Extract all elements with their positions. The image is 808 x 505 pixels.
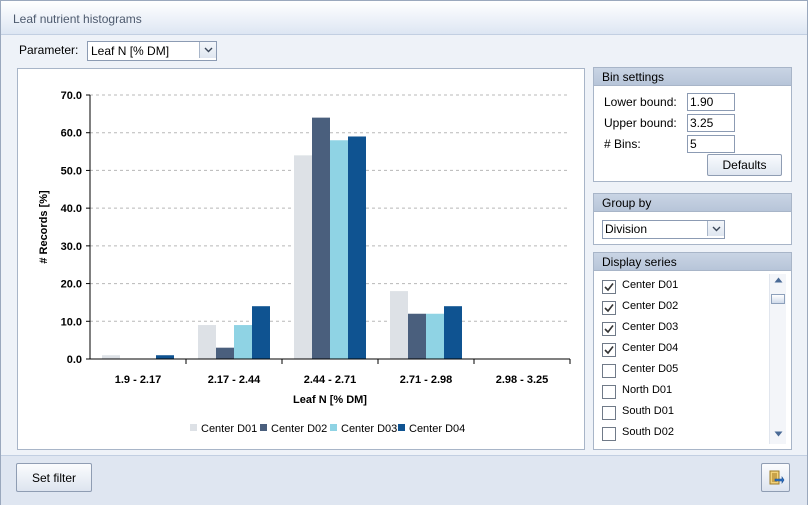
x-tick-label: 2.71 - 2.98	[400, 374, 453, 386]
y-tick-label: 0.0	[67, 354, 82, 366]
series-checkbox[interactable]	[602, 301, 616, 315]
bar	[408, 313, 426, 359]
legend-swatch	[260, 424, 267, 431]
legend-swatch	[190, 424, 197, 431]
scroll-up-arrow-icon[interactable]	[770, 277, 786, 287]
bar	[390, 291, 408, 359]
legend-label: Center D02	[271, 423, 327, 435]
display-series-group: Display series Center D01 Center D02 Cente…	[593, 252, 792, 450]
bar	[216, 347, 234, 359]
lower-bound-label: Lower bound:	[604, 95, 677, 109]
series-label: South D02	[622, 426, 674, 438]
x-tick-label: 2.17 - 2.44	[208, 374, 261, 386]
lower-bound-input[interactable]: 1.90	[687, 93, 735, 111]
lower-bound-value: 1.90	[690, 95, 714, 109]
x-tick-label: 2.98 - 3.25	[496, 374, 549, 386]
bar	[444, 306, 462, 359]
bin-settings-group: Bin settings Lower bound: 1.90 Upper bou…	[593, 67, 792, 182]
chevron-down-icon[interactable]	[199, 42, 216, 58]
display-series-title: Display series	[602, 255, 677, 269]
series-checkbox[interactable]	[602, 322, 616, 336]
y-tick-label: 70.0	[61, 90, 82, 102]
bins-count-label: # Bins:	[604, 137, 641, 151]
parameter-label: Parameter:	[19, 43, 79, 57]
bar	[294, 155, 312, 359]
histogram-chart: 0.0 10.0 20.0 30.0 40.0 50.0 60.0 70.0 1.9 - 2.1…	[38, 90, 571, 435]
bins-count-value: 5	[690, 137, 697, 151]
series-checkbox[interactable]	[602, 364, 616, 378]
series-label: Center D01	[622, 279, 679, 291]
upper-bound-label: Upper bound:	[604, 116, 677, 130]
y-tick-label: 30.0	[61, 241, 82, 253]
scroll-down-arrow-icon[interactable]	[770, 431, 786, 441]
group-by-header: Group by	[594, 194, 791, 212]
export-icon	[769, 470, 784, 484]
scrollbar-thumb[interactable]	[771, 294, 785, 304]
bottom-toolbar: Set filter	[1, 455, 807, 505]
parameter-dropdown[interactable]: Leaf N [% DM]	[87, 41, 217, 61]
checkmark-icon	[604, 283, 614, 292]
bar	[198, 325, 216, 359]
checkmark-icon	[604, 325, 614, 334]
bar	[348, 136, 366, 359]
title-bar: Leaf nutrient histograms	[1, 1, 807, 35]
bar	[156, 355, 174, 359]
series-checkbox[interactable]	[602, 406, 616, 420]
display-series-header: Display series	[594, 253, 791, 271]
series-label: Center D05	[622, 363, 679, 375]
y-axis-label: # Records [%]	[38, 190, 50, 264]
group-by-group: Group by Division	[593, 193, 792, 245]
legend-label: Center D04	[409, 423, 465, 435]
bar	[426, 313, 444, 359]
series-label: North D01	[622, 384, 673, 396]
checkmark-icon	[604, 346, 614, 355]
series-label: South D01	[622, 405, 674, 417]
bar	[330, 140, 348, 359]
x-tick-label: 1.9 - 2.17	[115, 374, 161, 386]
chevron-down-icon[interactable]	[707, 221, 724, 236]
bar	[312, 117, 330, 359]
bar	[252, 306, 270, 359]
group-by-dropdown[interactable]: Division	[602, 220, 725, 239]
main-window: Leaf nutrient histograms Parameter: Leaf…	[0, 0, 808, 505]
series-checkbox[interactable]	[602, 427, 616, 441]
series-checkbox[interactable]	[602, 343, 616, 357]
bar	[234, 325, 252, 359]
y-tick-label: 50.0	[61, 165, 82, 177]
x-tick-label: 2.44 - 2.71	[304, 374, 357, 386]
y-tick-label: 20.0	[61, 279, 82, 291]
series-label: Center D02	[622, 300, 679, 312]
series-scrollbar[interactable]	[769, 274, 786, 444]
legend-label: Center D01	[201, 423, 257, 435]
checkmark-icon	[604, 304, 614, 313]
legend-label: Center D03	[341, 423, 397, 435]
bin-settings-header: Bin settings	[594, 68, 791, 86]
histogram-chart-panel: 0.0 10.0 20.0 30.0 40.0 50.0 60.0 70.0 1.9 - 2.1…	[17, 68, 585, 450]
defaults-button[interactable]: Defaults	[707, 154, 782, 176]
y-tick-label: 60.0	[61, 128, 82, 140]
y-tick-label: 40.0	[61, 203, 82, 215]
upper-bound-input[interactable]: 3.25	[687, 114, 735, 132]
window-title: Leaf nutrient histograms	[13, 12, 142, 26]
set-filter-button[interactable]: Set filter	[16, 463, 92, 492]
parameter-selected-value: Leaf N [% DM]	[91, 44, 170, 58]
export-button[interactable]	[761, 463, 790, 492]
legend-swatch	[330, 424, 337, 431]
x-axis-label: Leaf N [% DM]	[293, 394, 367, 406]
legend-swatch	[398, 424, 405, 431]
series-checkbox[interactable]	[602, 280, 616, 294]
bin-settings-title: Bin settings	[602, 70, 665, 84]
series-label: Center D03	[622, 321, 679, 333]
bins-count-input[interactable]: 5	[687, 135, 735, 153]
group-by-title: Group by	[602, 196, 652, 210]
group-by-selected-value: Division	[605, 222, 648, 236]
bar	[102, 355, 120, 359]
series-label: Center D04	[622, 342, 679, 354]
y-tick-label: 10.0	[61, 316, 82, 328]
series-checkbox[interactable]	[602, 385, 616, 399]
upper-bound-value: 3.25	[690, 116, 714, 130]
